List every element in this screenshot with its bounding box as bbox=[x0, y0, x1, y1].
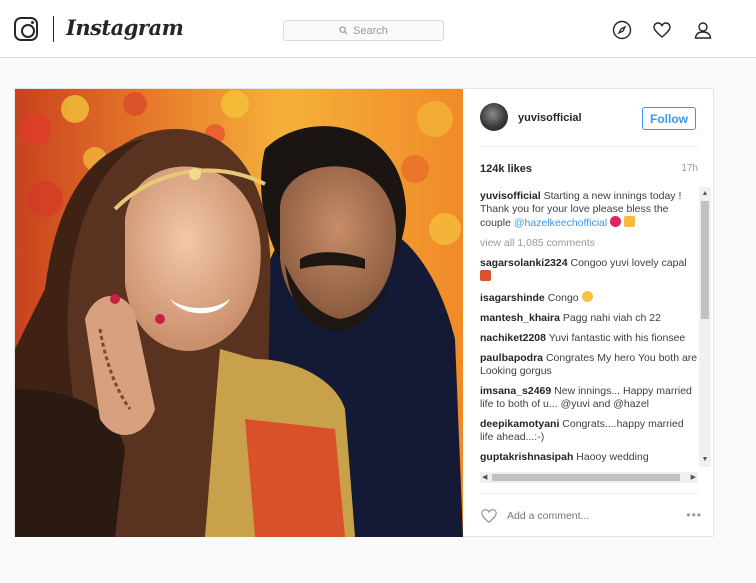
compass-icon[interactable] bbox=[612, 20, 632, 40]
scroll-up-arrow-icon[interactable]: ▲ bbox=[701, 189, 709, 199]
comment-text: Pagg nahi viah ch 22 bbox=[562, 312, 661, 324]
comment-username[interactable]: imsana_s2469 bbox=[480, 385, 551, 397]
smiley-emoji-icon bbox=[581, 291, 593, 302]
caption: yuvisofficial Starting a new innings tod… bbox=[480, 190, 698, 230]
comments-vertical-scrollbar[interactable]: ▲ ▼ bbox=[699, 187, 711, 467]
couple-emoji-icon bbox=[480, 270, 491, 281]
search-input[interactable]: Search bbox=[283, 20, 444, 41]
vertical-scroll-thumb[interactable] bbox=[701, 201, 709, 319]
caption-username[interactable]: yuvisofficial bbox=[480, 190, 541, 202]
comments-horizontal-scrollbar[interactable]: ◀ ▶ bbox=[480, 472, 698, 483]
comment-list[interactable]: yuvisofficial Starting a new innings tod… bbox=[480, 190, 698, 473]
scroll-right-arrow-icon[interactable]: ▶ bbox=[691, 472, 696, 483]
camera-logo-icon[interactable] bbox=[14, 17, 38, 41]
logo-divider bbox=[53, 16, 54, 42]
post-header: yuvisofficial Follow bbox=[480, 103, 698, 147]
scroll-left-arrow-icon[interactable]: ◀ bbox=[482, 472, 487, 483]
like-heart-icon[interactable] bbox=[480, 507, 498, 525]
add-comment-bar: ••• bbox=[480, 493, 701, 529]
view-all-comments-link[interactable]: view all 1,085 comments bbox=[480, 237, 698, 250]
caption-tag[interactable]: @hazelkeechofficial bbox=[514, 217, 607, 229]
couple-photo-image bbox=[15, 89, 463, 537]
comment-text: Congoo yuvi lovely capal bbox=[570, 257, 687, 269]
follow-button[interactable]: Follow bbox=[642, 107, 696, 130]
comment-username[interactable]: paulbapodra bbox=[480, 352, 543, 364]
comment-tag[interactable]: @yuvi and @hazel bbox=[561, 398, 649, 410]
search-placeholder: Search bbox=[353, 24, 388, 37]
list-item: isagarshinde Congo bbox=[480, 291, 698, 305]
list-item: nachiket2208 Yuvi fantastic with his fio… bbox=[480, 332, 698, 345]
instagram-wordmark[interactable]: Instagram bbox=[66, 15, 184, 40]
post-username[interactable]: yuvisofficial bbox=[518, 112, 582, 124]
avatar[interactable] bbox=[480, 103, 508, 131]
comment-username[interactable]: guptakrishnasipah bbox=[480, 451, 573, 463]
add-comment-input[interactable] bbox=[507, 510, 642, 522]
comment-text: Yuvi fantastic with his fionsee bbox=[548, 332, 686, 344]
search-icon bbox=[339, 26, 348, 35]
list-item: mantesh_khaira Pagg nahi viah ch 22 bbox=[480, 312, 698, 325]
list-item: imsana_s2469 New innings... Happy marrie… bbox=[480, 385, 698, 411]
post-card: yuvisofficial Follow 124k likes 17h yuvi… bbox=[14, 88, 714, 537]
comment-text: Haooy wedding bbox=[576, 451, 649, 463]
comment-username[interactable]: isagarshinde bbox=[480, 292, 545, 304]
comment-username[interactable]: nachiket2208 bbox=[480, 332, 546, 344]
praying-hands-icon bbox=[624, 216, 636, 227]
post-timestamp[interactable]: 17h bbox=[681, 163, 698, 174]
list-item: deepikamotyani Congrats....happy married… bbox=[480, 418, 698, 444]
more-options-icon[interactable]: ••• bbox=[686, 508, 702, 522]
profile-icon[interactable] bbox=[693, 20, 713, 40]
scroll-down-arrow-icon[interactable]: ▼ bbox=[701, 455, 709, 465]
comment-username[interactable]: sagarsolanki2324 bbox=[480, 257, 568, 269]
likes-count[interactable]: 124k likes bbox=[480, 163, 532, 175]
comment-username[interactable]: deepikamotyani bbox=[480, 418, 559, 430]
list-item: paulbapodra Congrates My hero You both a… bbox=[480, 352, 698, 378]
heart-icon[interactable] bbox=[652, 20, 672, 40]
post-sidebar: yuvisofficial Follow 124k likes 17h yuvi… bbox=[463, 89, 714, 536]
red-heart-icon bbox=[610, 216, 622, 227]
comment-username[interactable]: mantesh_khaira bbox=[480, 312, 560, 324]
list-item: guptakrishnasipah Haooy wedding bbox=[480, 451, 698, 464]
top-navigation-bar: Instagram Search bbox=[0, 0, 756, 58]
post-photo[interactable] bbox=[15, 89, 463, 537]
comment-text: Congo bbox=[547, 292, 579, 304]
list-item: sagarsolanki2324 Congoo yuvi lovely capa… bbox=[480, 257, 698, 284]
horizontal-scroll-thumb[interactable] bbox=[492, 474, 680, 481]
